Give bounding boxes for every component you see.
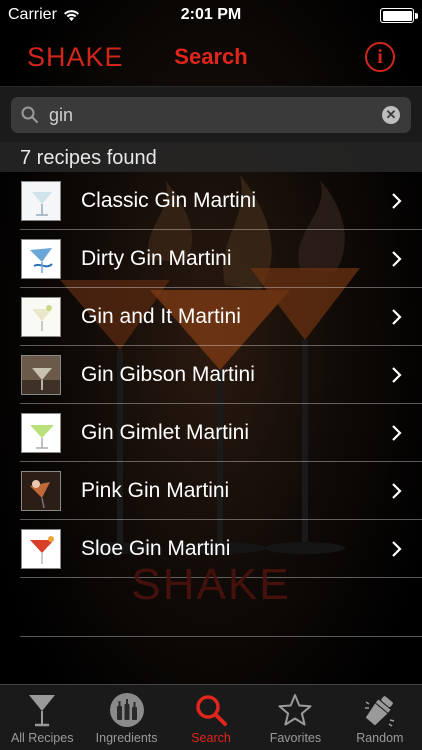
- recipe-thumbnail: [21, 181, 61, 221]
- martini-glass-icon: [29, 695, 56, 727]
- brand-watermark: SHAKE: [131, 560, 291, 609]
- carrier-info: Carrier: [8, 6, 80, 24]
- tab-label: Ingredients: [95, 731, 158, 745]
- results-count-header: 7 recipes found: [0, 142, 422, 172]
- tab-all-recipes[interactable]: All Recipes: [0, 685, 84, 750]
- search-icon: [196, 695, 228, 726]
- search-icon: [21, 106, 38, 123]
- recipe-name: Gin Gimlet Martini: [81, 421, 250, 444]
- info-icon: i: [377, 45, 383, 68]
- recipe-name: Gin and It Martini: [81, 305, 241, 328]
- chevron-right-icon: [392, 541, 402, 557]
- tab-label: All Recipes: [10, 731, 74, 745]
- list-item[interactable]: Dirty Gin Martini: [0, 230, 422, 288]
- list-item[interactable]: Gin and It Martini: [0, 288, 422, 346]
- recipe-name: Gin Gibson Martini: [81, 363, 255, 386]
- battery-icon: [380, 8, 418, 23]
- recipe-name: Classic Gin Martini: [81, 189, 257, 212]
- tab-bar: All Recipes Ingredients Search Favorites…: [0, 684, 422, 750]
- status-bar: Carrier 2:01 PM: [0, 0, 422, 30]
- tab-random[interactable]: Random: [338, 685, 422, 750]
- search-field[interactable]: ✕: [11, 97, 411, 133]
- shaker-icon: [364, 696, 395, 727]
- tab-ingredients[interactable]: Ingredients: [84, 685, 168, 750]
- navigation-bar: SHAKE Search i: [0, 30, 422, 85]
- row-divider: [20, 636, 422, 637]
- info-button[interactable]: i: [365, 42, 395, 72]
- carrier-label: Carrier: [8, 6, 57, 23]
- search-input[interactable]: [49, 97, 369, 133]
- bottles-icon: [109, 693, 144, 727]
- list-item[interactable]: Gin Gimlet Martini: [0, 404, 422, 462]
- recipe-name: Pink Gin Martini: [81, 479, 230, 502]
- chevron-right-icon: [392, 193, 402, 209]
- chevron-right-icon: [392, 367, 402, 383]
- search-bar: ✕: [0, 86, 422, 142]
- wifi-icon: [63, 9, 79, 21]
- list-item[interactable]: Classic Gin Martini: [0, 172, 422, 230]
- chevron-right-icon: [392, 251, 402, 267]
- recipe-name: Sloe Gin Martini: [81, 537, 231, 560]
- chevron-right-icon: [392, 309, 402, 325]
- tab-label: Favorites: [269, 731, 322, 745]
- chevron-right-icon: [392, 425, 402, 441]
- chevron-right-icon: [392, 483, 402, 499]
- tab-label: Search: [191, 731, 231, 745]
- results-count: 7 recipes found: [20, 147, 157, 169]
- clear-search-button[interactable]: ✕: [382, 106, 400, 124]
- recipe-thumbnail: [21, 471, 61, 511]
- tab-label: Random: [356, 731, 404, 745]
- tab-search[interactable]: Search: [169, 685, 253, 750]
- recipe-thumbnail: [21, 413, 61, 453]
- brand-logo[interactable]: SHAKE: [27, 42, 124, 73]
- recipe-thumbnail: [21, 355, 61, 395]
- recipe-thumbnail: [21, 239, 61, 279]
- list-item[interactable]: Pink Gin Martini: [0, 462, 422, 520]
- star-icon: [278, 694, 312, 726]
- list-item[interactable]: Gin Gibson Martini: [0, 346, 422, 404]
- tab-favorites[interactable]: Favorites: [253, 685, 337, 750]
- recipe-name: Dirty Gin Martini: [81, 247, 232, 270]
- recipe-list: Classic Gin Martini Dirty Gin Martini Gi…: [0, 172, 422, 578]
- recipe-thumbnail: [21, 297, 61, 337]
